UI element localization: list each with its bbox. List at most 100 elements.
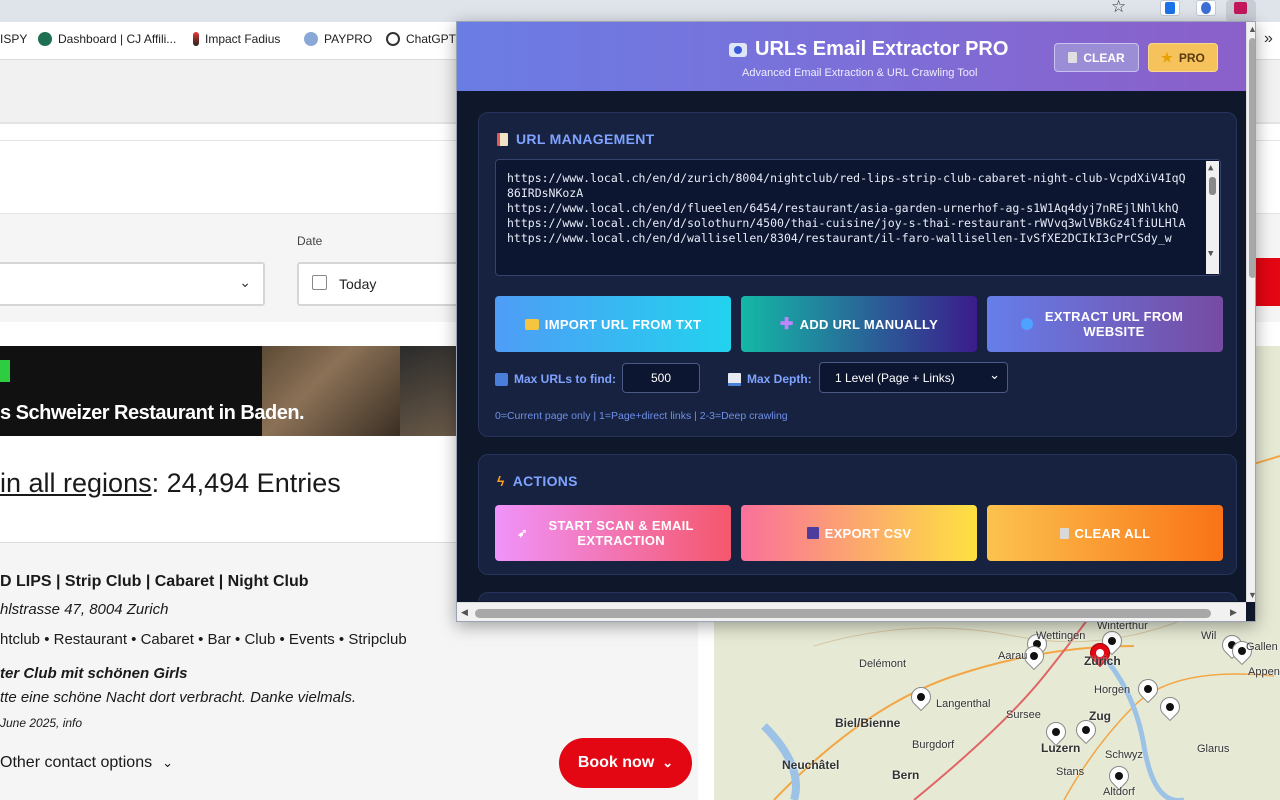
bookmark-paypro[interactable]: PAYPRO xyxy=(304,32,372,46)
memo-icon xyxy=(497,132,508,146)
max-depth-label: Max Depth: xyxy=(728,372,812,386)
chevron-down-icon: ⌄ xyxy=(989,367,1000,382)
popup-title: URLs Email Extractor PRO xyxy=(729,38,1008,61)
trash-icon xyxy=(1059,527,1069,539)
star-icon: ★ xyxy=(1161,49,1173,65)
scroll-up-icon[interactable]: ▲ xyxy=(1248,24,1255,34)
city-label: Wettingen xyxy=(1036,630,1086,642)
textarea-scrollbar[interactable]: ▲ ▼ xyxy=(1206,161,1219,274)
scroll-down-icon[interactable]: ▼ xyxy=(1208,247,1213,262)
url-line: https://www.local.ch/en/d/zurich/8004/ni… xyxy=(507,171,1186,200)
entries-count-text: : 24,494 Entries xyxy=(151,468,341,498)
chart-icon xyxy=(728,372,741,386)
review-meta: June 2025, info xyxy=(0,716,83,730)
extension-icon[interactable] xyxy=(1196,0,1216,16)
rocket-icon: ➶ xyxy=(517,525,528,540)
floppy-disk-icon xyxy=(806,527,819,539)
date-value: Today xyxy=(339,276,377,292)
region-select[interactable]: ⌄ xyxy=(0,262,265,306)
globe-icon xyxy=(1021,318,1033,330)
max-urls-label: Max URLs to find: xyxy=(495,372,616,386)
url-line: https://www.local.ch/en/d/wallisellen/83… xyxy=(507,231,1172,245)
star-icon[interactable]: ☆ xyxy=(1111,0,1126,17)
date-select[interactable]: Today xyxy=(297,262,467,306)
chatgpt-logo-icon xyxy=(386,32,400,46)
listing-title[interactable]: D LIPS | Strip Club | Cabaret | Night Cl… xyxy=(0,573,309,591)
bookmark-chatgpt[interactable]: ChatGPT xyxy=(386,32,456,46)
impact-logo-icon xyxy=(193,32,199,46)
paypro-logo-icon xyxy=(304,32,318,46)
popup-vertical-scrollbar[interactable]: ▲ ▼ xyxy=(1246,22,1255,602)
city-label: Burgdorf xyxy=(912,739,955,751)
city-label: Neuchâtel xyxy=(782,758,840,772)
extract-url-from-website-button[interactable]: EXTRACT URL FROM WEBSITE xyxy=(987,296,1223,352)
scroll-up-icon[interactable]: ▲ xyxy=(1208,161,1213,176)
url-management-card: URL MANAGEMENT https://www.local.ch/en/d… xyxy=(478,112,1237,437)
banner-photo-2 xyxy=(400,346,460,436)
screen: ☆ ISPY Dashboard | CJ Affili... Impact F… xyxy=(0,0,1280,800)
chevron-down-icon: ⌄ xyxy=(162,755,173,770)
all-regions-link[interactable]: in all regions xyxy=(0,468,152,498)
scroll-down-icon[interactable]: ▼ xyxy=(1248,590,1255,600)
number-icon xyxy=(495,372,508,386)
city-label: Stans xyxy=(1056,766,1085,778)
bookmark-ispy[interactable]: ISPY xyxy=(0,32,27,46)
popup-subtitle: Advanced Email Extraction & URL Crawling… xyxy=(742,67,978,79)
export-csv-button[interactable]: EXPORT CSV xyxy=(741,505,977,561)
city-label: Horgen xyxy=(1094,684,1131,696)
chevron-double-right-icon[interactable]: » xyxy=(1264,30,1273,48)
email-extractor-extension-icon[interactable] xyxy=(1226,0,1256,22)
city-label: Zug xyxy=(1089,709,1111,723)
popup-horizontal-scrollbar[interactable]: ◀ ▶ xyxy=(457,602,1246,621)
city-label: Langenthal xyxy=(936,698,991,710)
pro-button[interactable]: ★ PRO xyxy=(1148,43,1218,72)
city-label: Zürich xyxy=(1084,654,1121,668)
add-url-manually-button[interactable]: ✚ ADD URL MANUALLY xyxy=(741,296,977,352)
city-label: Aarau xyxy=(998,650,1028,662)
depth-hint: 0=Current page only | 1=Page+direct link… xyxy=(495,410,788,422)
max-depth-select[interactable]: 1 Level (Page + Links) ⌄ xyxy=(819,362,1008,393)
book-now-button[interactable]: Book now ⌄ xyxy=(559,738,692,788)
bookmark-cj-dashboard[interactable]: Dashboard | CJ Affili... xyxy=(38,32,176,46)
clear-all-button[interactable]: CLEAR ALL xyxy=(987,505,1223,561)
camera-icon xyxy=(729,42,747,57)
clear-button[interactable]: CLEAR xyxy=(1054,43,1139,72)
city-label: Bern xyxy=(892,768,920,782)
bookmark-impact[interactable]: Impact Fadius xyxy=(193,32,280,46)
scroll-thumb[interactable] xyxy=(475,609,1211,618)
popup-header: URLs Email Extractor PRO Advanced Email … xyxy=(457,22,1246,91)
other-contact-options[interactable]: Other contact options ⌄ xyxy=(0,754,173,772)
city-label: Appenzell xyxy=(1248,666,1280,678)
city-label: Altdorf xyxy=(1103,786,1135,798)
chevron-down-icon: ⌄ xyxy=(662,755,674,770)
plus-icon: ✚ xyxy=(779,315,794,333)
scroll-right-icon[interactable]: ▶ xyxy=(1230,607,1237,618)
city-label: Delémont xyxy=(859,658,907,670)
next-card xyxy=(478,592,1237,601)
max-urls-input[interactable]: 500 xyxy=(622,363,700,393)
chevron-down-icon: ⌄ xyxy=(239,274,251,290)
import-url-from-txt-button[interactable]: IMPORT URL FROM TXT xyxy=(495,296,731,352)
listing-categories: htclub • Restaurant • Cabaret • Bar • Cl… xyxy=(0,631,407,648)
city-label: Schwyz xyxy=(1105,749,1143,761)
extension-popup: URLs Email Extractor PRO Advanced Email … xyxy=(456,21,1256,622)
actions-title: ϟ ACTIONS xyxy=(497,473,578,489)
city-label: Wil xyxy=(1201,630,1217,642)
url-line: https://www.local.ch/en/d/solothurn/4500… xyxy=(507,216,1186,230)
browser-toolbar: ☆ xyxy=(0,0,1280,22)
city-label: Luzern xyxy=(1041,741,1081,755)
scroll-thumb[interactable] xyxy=(1209,177,1216,195)
url-line: https://www.local.ch/en/d/flueelen/6454/… xyxy=(507,201,1179,215)
city-label: Gallen xyxy=(1246,641,1278,653)
lightning-icon: ϟ xyxy=(497,473,505,489)
date-label: Date xyxy=(297,234,323,248)
trash-icon xyxy=(1068,52,1078,63)
start-scan-button[interactable]: ➶ START SCAN & EMAIL EXTRACTION xyxy=(495,505,731,561)
city-label: Biel/Bienne xyxy=(835,716,901,730)
review-text: tte eine schöne Nacht dort verbracht. Da… xyxy=(0,689,357,706)
city-label: Glarus xyxy=(1197,743,1230,755)
url-list-textarea[interactable]: https://www.local.ch/en/d/zurich/8004/ni… xyxy=(495,159,1221,276)
extension-icon[interactable] xyxy=(1160,0,1180,16)
scroll-left-icon[interactable]: ◀ xyxy=(461,607,468,618)
scroll-thumb[interactable] xyxy=(1249,38,1255,278)
